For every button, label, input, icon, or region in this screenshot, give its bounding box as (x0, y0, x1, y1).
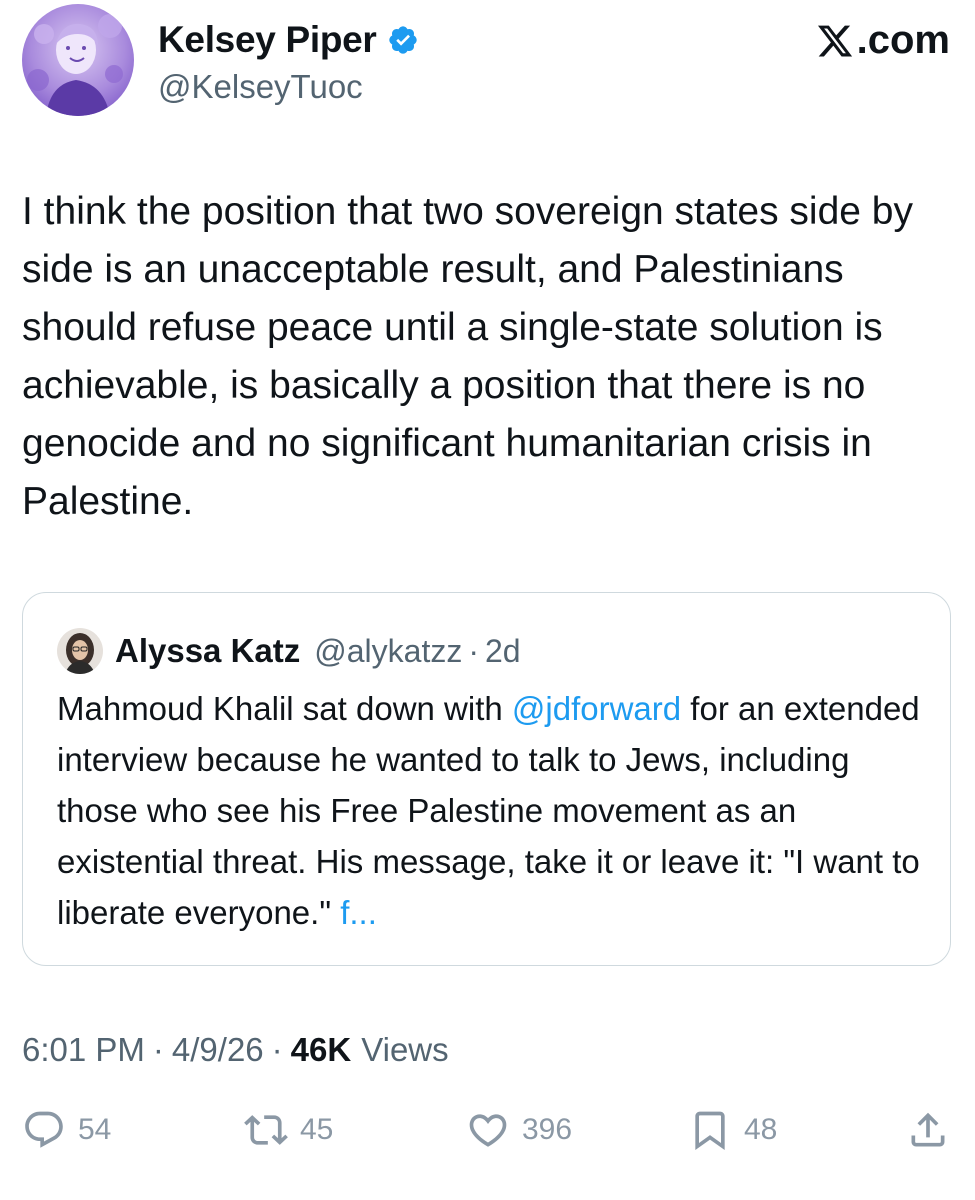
action-bar: 54 45 396 48 (22, 1108, 952, 1160)
reply-icon (25, 1111, 63, 1148)
repost-button[interactable]: 45 (244, 1108, 333, 1152)
bookmark-count: 48 (744, 1113, 778, 1146)
quoted-author-handle[interactable]: @alykatzz (314, 633, 462, 670)
author-info: Kelsey Piper @KelseyTuoc (158, 16, 419, 106)
share-icon (911, 1112, 945, 1147)
quoted-text-before: Mahmoud Khalil sat down with (57, 690, 512, 727)
author-handle[interactable]: @KelseyTuoc (158, 68, 419, 106)
post-time[interactable]: 6:01 PM (22, 1031, 145, 1069)
repost-icon (244, 1115, 288, 1145)
share-button[interactable] (906, 1108, 950, 1152)
author-name[interactable]: Kelsey Piper (158, 19, 377, 61)
mention-link[interactable]: @jdforward (512, 690, 681, 727)
views-label: Views (361, 1031, 449, 1068)
repost-count: 45 (300, 1113, 334, 1146)
like-count: 396 (522, 1113, 573, 1146)
verified-badge-icon (387, 24, 419, 56)
post-date[interactable]: 4/9/26 (172, 1031, 264, 1069)
truncated-link[interactable]: f... (340, 894, 377, 931)
quoted-post[interactable]: Alyssa Katz @alykatzz · 2d Mahmoud Khali… (22, 592, 951, 966)
post-text: I think the position that two sovereign … (22, 190, 914, 523)
reply-count: 54 (78, 1113, 112, 1146)
post-header: Kelsey Piper @KelseyTuoc .com (22, 4, 952, 124)
quoted-author-avatar[interactable] (57, 628, 103, 674)
site-label: .com (856, 18, 950, 62)
bookmark-button[interactable]: 48 (688, 1108, 777, 1152)
quoted-post-text: Mahmoud Khalil sat down with @jdforward … (57, 683, 927, 938)
post-meta: 6:01 PM · 4/9/26 · 46K Views (22, 1024, 449, 1076)
bookmark-icon (695, 1111, 725, 1151)
meta-separator: · (152, 1031, 164, 1068)
reply-button[interactable]: 54 (22, 1108, 111, 1152)
heart-icon (469, 1114, 507, 1147)
quoted-post-header: Alyssa Katz @alykatzz · 2d (57, 623, 521, 679)
x-logo-icon (817, 25, 852, 56)
meta-separator: · (271, 1031, 283, 1068)
like-button[interactable]: 396 (466, 1108, 572, 1152)
quoted-author-name[interactable]: Alyssa Katz (115, 632, 300, 670)
views-count: 46K (290, 1031, 352, 1068)
author-avatar[interactable] (22, 4, 134, 116)
site-logo: .com (815, 18, 950, 63)
quoted-timestamp[interactable]: 2d (485, 633, 521, 670)
author-name-row: Kelsey Piper (158, 16, 419, 64)
quoted-separator: · (468, 632, 479, 669)
